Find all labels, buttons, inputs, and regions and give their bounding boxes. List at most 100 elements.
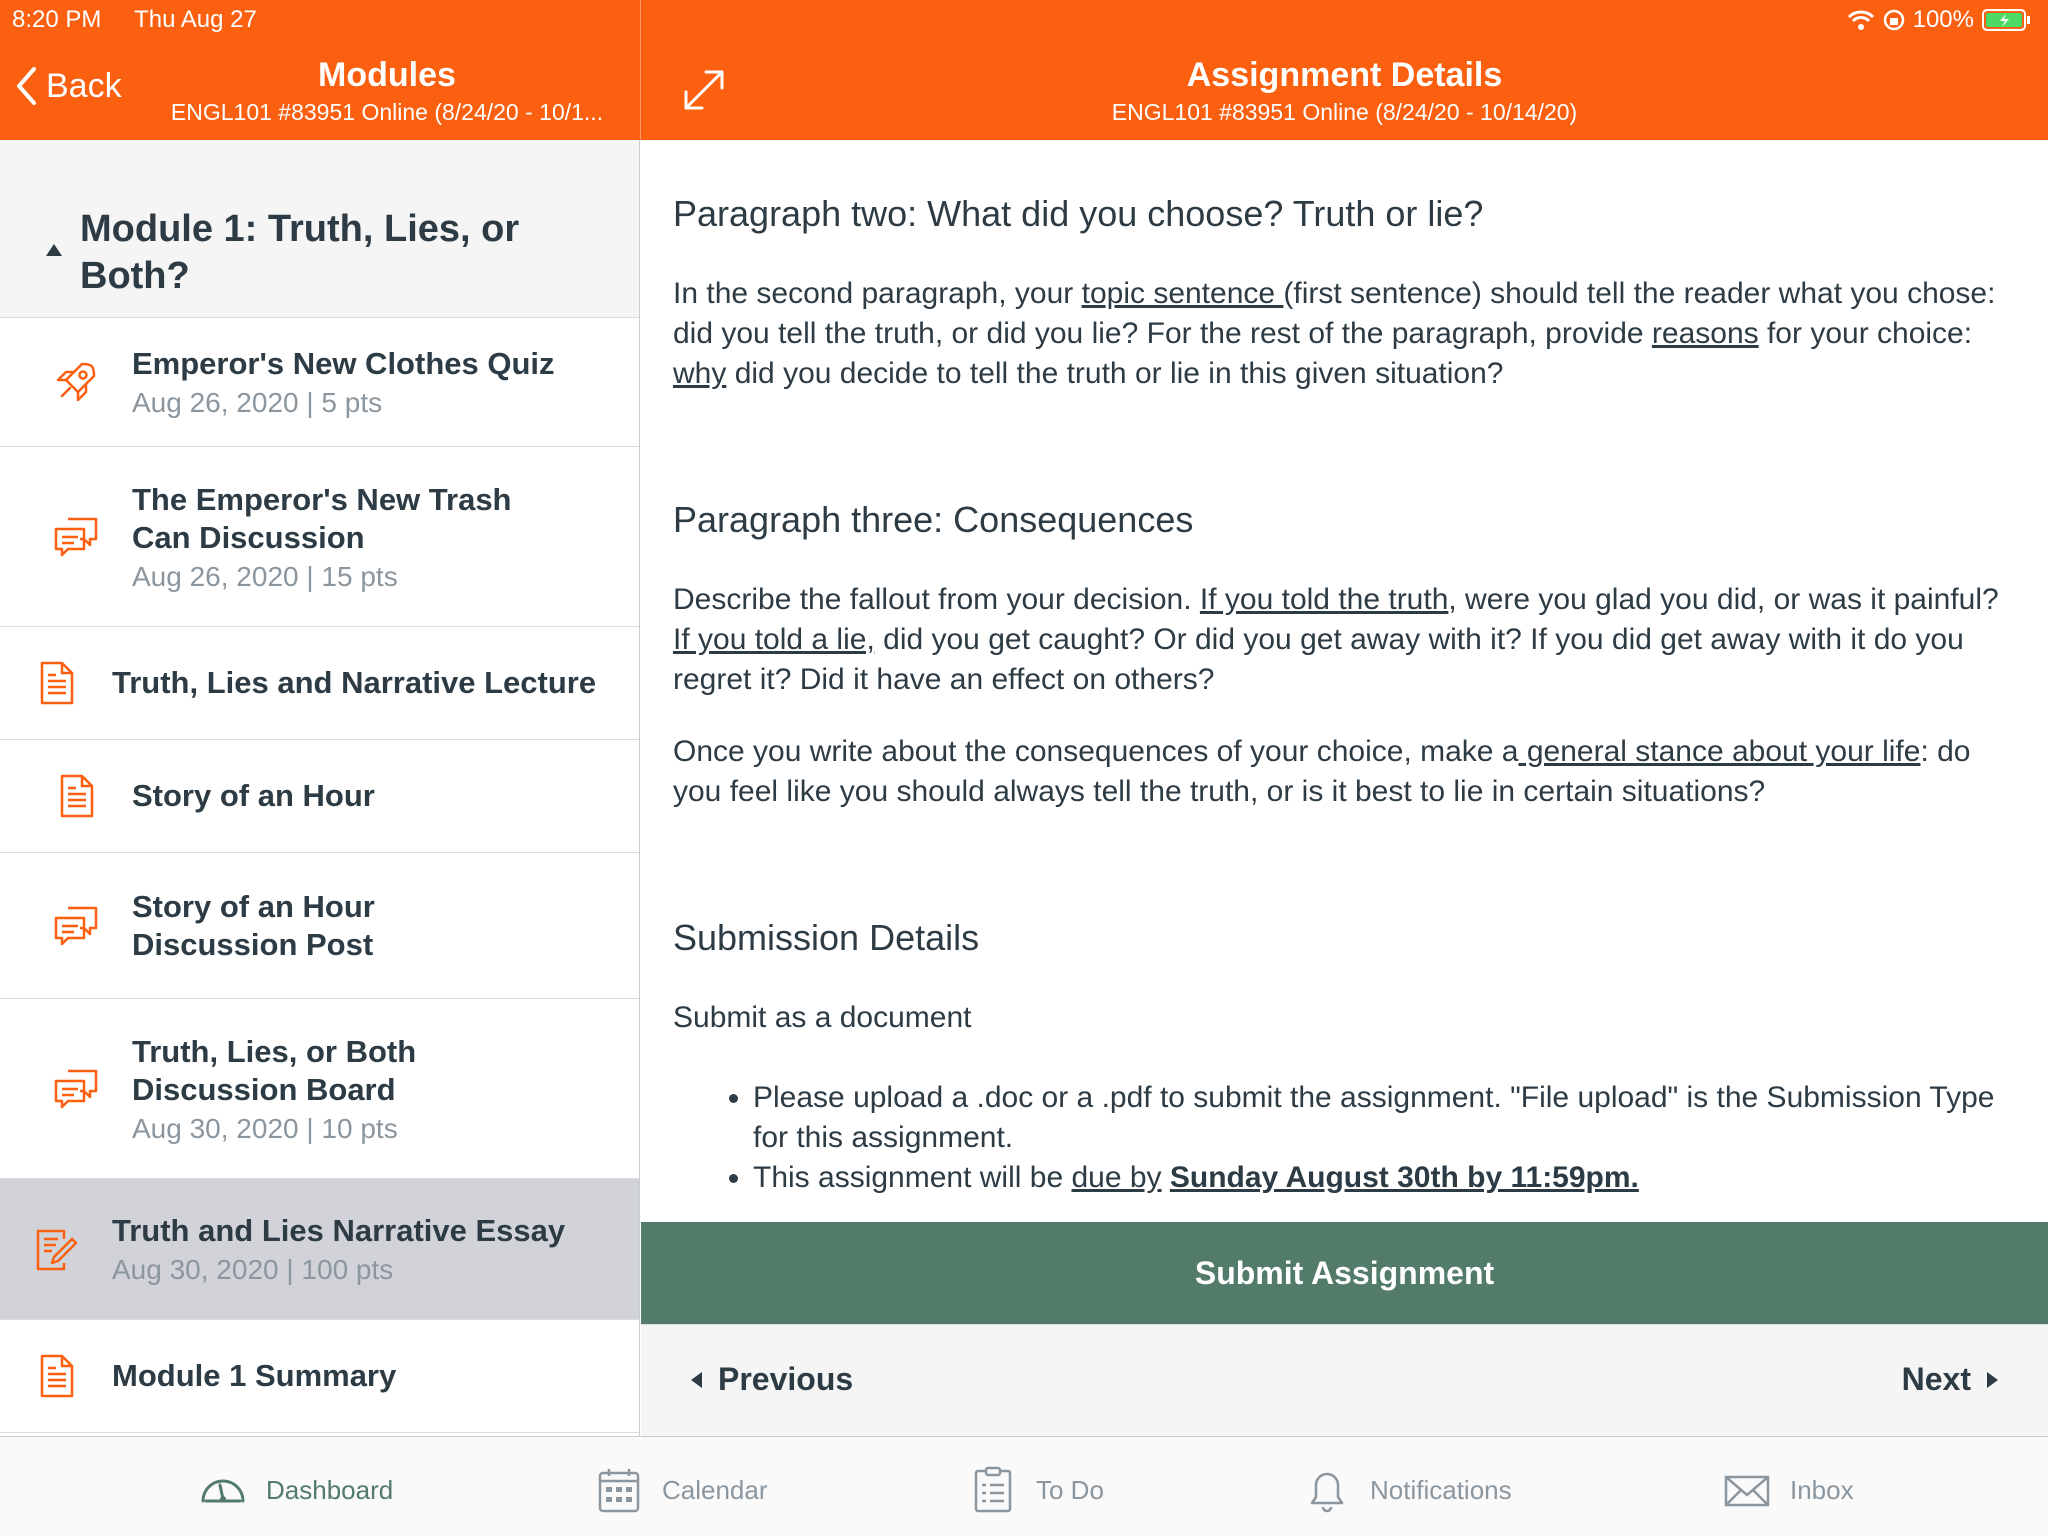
text-run: , were you glad you did, or was it painf… bbox=[1448, 583, 1999, 616]
back-label: Back bbox=[46, 66, 122, 105]
module-item-text: Emperor's New Clothes Quiz Aug 26, 2020 … bbox=[132, 345, 555, 419]
tab-inbox[interactable]: Inbox bbox=[1722, 1465, 1854, 1515]
caret-left-icon bbox=[691, 1371, 702, 1388]
modules-title-block: Modules ENGL101 #83951 Online (8/24/20 -… bbox=[140, 56, 634, 126]
module-item-text: Truth and Lies Narrative Essay Aug 30, 2… bbox=[112, 1212, 565, 1286]
assignment-icon bbox=[36, 1229, 78, 1271]
module-item-text: Module 1 Summary bbox=[112, 1357, 396, 1395]
bell-icon bbox=[1310, 1472, 1344, 1513]
assignment-details-subtitle: ENGL101 #83951 Online (8/24/20 - 10/14/2… bbox=[1111, 99, 1578, 125]
pagination-bar: Previous Next bbox=[641, 1324, 2048, 1436]
assignment-title-block: Assignment Details ENGL101 #83951 Online… bbox=[641, 56, 2048, 126]
text-run: Once you write about the consequences of… bbox=[673, 735, 1519, 768]
module-item-text: The Emperor's New Trash Can Discussion A… bbox=[132, 481, 552, 593]
next-button[interactable]: Next bbox=[1902, 1361, 1998, 1398]
module-name: Module 1: Truth, Lies, or Both? bbox=[80, 208, 520, 297]
reasons-link: reasons bbox=[1651, 317, 1759, 350]
battery-percent: 100% bbox=[1912, 6, 1974, 33]
tab-todo[interactable]: To Do bbox=[968, 1465, 1104, 1515]
text-run: This assignment will be bbox=[753, 1161, 1072, 1194]
status-date: Thu Aug 27 bbox=[134, 6, 257, 33]
module-item-page[interactable]: Story of an Hour bbox=[0, 740, 639, 853]
module-item-meta: Aug 30, 2020 | 100 pts bbox=[112, 1254, 394, 1285]
paragraph-four-text: Once you write about the consequences of… bbox=[673, 732, 2018, 812]
tab-label: Inbox bbox=[1790, 1474, 1854, 1505]
module-item-title: Story of an Hour bbox=[132, 778, 375, 813]
paragraph-two-text: In the second paragraph, your topic sent… bbox=[673, 274, 2018, 394]
discussion-icon bbox=[54, 517, 98, 556]
module-item-text: Story of an Hour bbox=[132, 777, 375, 815]
module-item-discussion[interactable]: Truth, Lies, or Both Discussion Board Au… bbox=[0, 999, 639, 1179]
submission-details-heading: Submission Details bbox=[673, 917, 980, 958]
modules-title: Modules bbox=[318, 56, 456, 94]
due-by-text: due by bbox=[1071, 1161, 1162, 1194]
text-run: did you decide to tell the truth or lie … bbox=[726, 357, 1504, 390]
previous-button[interactable]: Previous bbox=[691, 1361, 853, 1398]
tab-calendar[interactable]: Calendar bbox=[594, 1465, 768, 1515]
module-item-assignment-selected[interactable]: Truth and Lies Narrative Essay Aug 30, 2… bbox=[0, 1179, 639, 1320]
page-icon bbox=[60, 774, 94, 818]
tab-dashboard[interactable]: Dashboard bbox=[198, 1465, 393, 1515]
text-run: Describe the fallout from your decision. bbox=[673, 583, 1200, 616]
paragraph-three-heading: Paragraph three: Consequences bbox=[673, 499, 1194, 540]
bottom-tab-bar: Dashboard Calendar To Do Notifications I… bbox=[0, 1436, 2048, 1536]
module-item-quiz[interactable]: Emperor's New Clothes Quiz Aug 26, 2020 … bbox=[0, 318, 639, 447]
discussion-icon bbox=[54, 1069, 98, 1108]
rocket-icon bbox=[56, 362, 96, 402]
general-stance-link: general stance about your life bbox=[1518, 735, 1921, 768]
assignment-body: Paragraph two: What did you choose? Trut… bbox=[641, 140, 2048, 1198]
text-run: In the second paragraph, your bbox=[673, 277, 1082, 310]
module-item-page[interactable]: Truth, Lies and Narrative Lecture bbox=[0, 627, 639, 740]
module-item-title: Truth, Lies and Narrative Lecture bbox=[112, 665, 597, 700]
paragraph-three-text: Describe the fallout from your decision.… bbox=[673, 580, 2018, 700]
back-button[interactable]: Back bbox=[14, 66, 122, 106]
module-item-title: The Emperor's New Trash Can Discussion bbox=[132, 481, 512, 555]
due-date-text: Sunday August 30th by 11:59pm. bbox=[1169, 1161, 1639, 1194]
topic-sentence-link: topic sentence bbox=[1081, 277, 1284, 310]
tab-notifications[interactable]: Notifications bbox=[1302, 1465, 1512, 1515]
bullet-item: This assignment will be due by Sunday Au… bbox=[753, 1158, 2018, 1198]
status-bar-right: 100% bbox=[1847, 6, 2032, 34]
told-truth-link: If you told the truth bbox=[1199, 583, 1449, 616]
module-item-discussion[interactable]: The Emperor's New Trash Can Discussion A… bbox=[0, 447, 639, 627]
previous-label: Previous bbox=[718, 1361, 854, 1397]
tab-label: To Do bbox=[1036, 1474, 1104, 1505]
calendar-icon bbox=[598, 1469, 640, 1513]
module-item-meta: Aug 26, 2020 | 15 pts bbox=[132, 560, 398, 592]
tab-label: Notifications bbox=[1370, 1474, 1512, 1505]
module-header[interactable]: Module 1: Truth, Lies, or Both? bbox=[0, 140, 639, 318]
caret-right-icon bbox=[1987, 1371, 1998, 1388]
inbox-icon bbox=[1724, 1475, 1770, 1507]
module-item-discussion[interactable]: Story of an Hour Discussion Post bbox=[0, 853, 639, 999]
next-label: Next bbox=[1901, 1361, 1971, 1397]
page-icon bbox=[40, 661, 74, 705]
module-item-text: Story of an Hour Discussion Post bbox=[132, 888, 452, 964]
modules-list: Module 1: Truth, Lies, or Both? Emperor'… bbox=[0, 140, 640, 1436]
modules-subtitle: ENGL101 #83951 Online (8/24/20 - 10/1... bbox=[170, 99, 604, 125]
assignment-content[interactable]: Paragraph two: What did you choose? Trut… bbox=[641, 140, 2048, 1222]
submit-assignment-button[interactable]: Submit Assignment bbox=[641, 1222, 2048, 1324]
module-item-title: Module 1 Summary bbox=[112, 1358, 397, 1393]
module-item-title: Truth, Lies, or Both Discussion Board bbox=[132, 1033, 417, 1107]
module-item-text: Truth, Lies, or Both Discussion Board Au… bbox=[132, 1033, 472, 1145]
collapse-caret-icon bbox=[46, 244, 62, 256]
assignment-details-title: Assignment Details bbox=[1186, 56, 1503, 94]
submission-bullets: Please upload a .doc or a .pdf to submit… bbox=[673, 1078, 2018, 1198]
status-bar-left: 8:20 PM Thu Aug 27 bbox=[12, 6, 257, 34]
submission-text: Submit as a document bbox=[673, 1001, 972, 1034]
orientation-lock-icon bbox=[1883, 9, 1904, 31]
dashboard-icon bbox=[201, 1479, 245, 1503]
module-item-text: Truth, Lies and Narrative Lecture bbox=[112, 664, 596, 702]
wifi-icon bbox=[1847, 10, 1874, 30]
module-item-title: Truth and Lies Narrative Essay bbox=[112, 1213, 566, 1248]
module-item-meta: Aug 30, 2020 | 10 pts bbox=[132, 1112, 398, 1144]
module-item-page[interactable]: Module 1 Summary bbox=[0, 1320, 639, 1433]
battery-icon bbox=[1982, 9, 2030, 31]
bullet-item: Please upload a .doc or a .pdf to submit… bbox=[753, 1078, 2018, 1158]
discussion-icon bbox=[54, 906, 98, 945]
chevron-left-icon bbox=[17, 67, 36, 105]
status-time: 8:20 PM bbox=[12, 6, 102, 33]
why-link: why bbox=[673, 357, 727, 390]
